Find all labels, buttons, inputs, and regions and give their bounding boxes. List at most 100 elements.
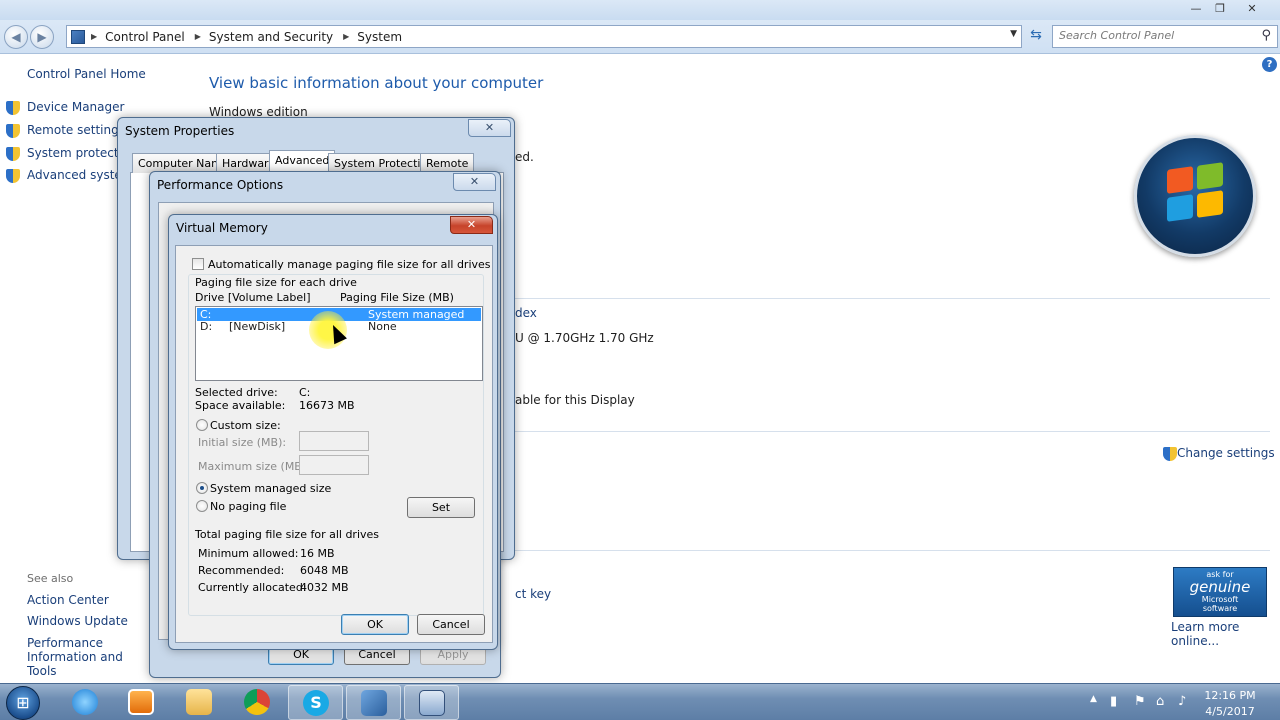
taskbar: ⊞ S ▲ ▮ ⚑ ⌂ ♪ 12:16 PM 4/5/2017 <box>0 683 1280 720</box>
control-panel-icon <box>361 690 387 716</box>
genuine-microsoft-badge[interactable]: ask for genuine Microsoft software <box>1173 567 1267 617</box>
tab-advanced[interactable]: Advanced <box>269 150 336 173</box>
shield-icon <box>6 169 20 183</box>
change-product-key-link[interactable]: ct key <box>515 587 551 601</box>
paging-section-heading: Paging file size for each drive <box>195 276 357 289</box>
search-icon[interactable]: ⚲ <box>1261 28 1271 43</box>
divider <box>497 298 1270 299</box>
clock-time: 12:16 PM <box>1204 689 1256 702</box>
flag-icon[interactable]: ⚑ <box>1134 694 1146 709</box>
set-button[interactable]: Set <box>407 497 475 518</box>
performance-information-link[interactable]: Performance Information and Tools <box>27 636 151 678</box>
auto-manage-label[interactable]: Automatically manage paging file size fo… <box>208 258 491 271</box>
chrome-icon <box>244 689 270 715</box>
windows-flag-blue <box>1167 194 1193 222</box>
system-managed-label[interactable]: System managed size <box>210 482 331 495</box>
ok-button[interactable]: OK <box>341 614 409 635</box>
rights-reserved-text: ed. <box>515 150 534 164</box>
system-clock[interactable]: 12:16 PM 4/5/2017 <box>1196 688 1264 720</box>
taskbar-internet-explorer[interactable] <box>58 685 113 720</box>
pen-touch-value: able for this Display <box>515 393 635 407</box>
refresh-icon[interactable]: ⇆ <box>1026 27 1046 47</box>
taskbar-media-player[interactable] <box>114 685 169 720</box>
paging-size: None <box>368 320 397 333</box>
action-center-link[interactable]: Action Center <box>27 593 109 607</box>
initial-size-input[interactable] <box>299 431 369 451</box>
virtual-memory-dialog: Virtual Memory ✕ Automatically manage pa… <box>168 214 498 650</box>
forward-button[interactable]: ▶ <box>30 25 54 49</box>
page-title: View basic information about your comput… <box>209 74 544 92</box>
custom-size-label[interactable]: Custom size: <box>210 419 281 432</box>
space-available-label: Space available: <box>195 399 286 412</box>
search-placeholder: Search Control Panel <box>1059 29 1175 42</box>
taskbar-system-properties[interactable] <box>404 685 459 720</box>
selected-drive-value: C: <box>299 386 311 399</box>
dialog-body: Automatically manage paging file size fo… <box>175 245 493 643</box>
window-titlebar: — ❐ ✕ <box>0 0 1280 20</box>
learn-more-link[interactable]: Learn more online... <box>1171 620 1280 648</box>
no-paging-label[interactable]: No paging file <box>210 500 286 513</box>
address-bar[interactable]: ▶ Control Panel ▶ System and Security ▶ … <box>66 25 1022 48</box>
taskbar-file-explorer[interactable] <box>172 685 227 720</box>
breadcrumb-arrow-icon: ▶ <box>343 32 350 41</box>
change-settings-link[interactable]: Change settings <box>1177 446 1275 460</box>
advanced-system-settings-link[interactable]: Advanced system settings <box>27 168 117 182</box>
search-input[interactable]: Search Control Panel ⚲ <box>1052 25 1278 48</box>
breadcrumb-control-panel[interactable]: Control Panel <box>105 30 185 44</box>
custom-size-radio[interactable] <box>196 419 208 431</box>
close-window-button[interactable]: ✕ <box>1240 1 1264 17</box>
breadcrumb-system[interactable]: System <box>357 30 402 44</box>
breadcrumb-system-and-security[interactable]: System and Security <box>209 30 333 44</box>
start-button[interactable]: ⊞ <box>6 686 40 720</box>
device-manager-link[interactable]: Device Manager <box>27 100 137 114</box>
genuine-line2: genuine <box>1189 578 1251 596</box>
control-panel-home-link[interactable]: Control Panel Home <box>27 67 146 81</box>
skype-icon: S <box>303 690 329 716</box>
maximum-size-input[interactable] <box>299 455 369 475</box>
navigation-bar: ◀ ▶ ▶ Control Panel ▶ System and Securit… <box>0 20 1280 54</box>
system-managed-radio[interactable] <box>196 482 208 494</box>
volume-icon[interactable]: ♪ <box>1178 694 1186 709</box>
totals-heading: Total paging file size for all drives <box>195 528 380 541</box>
close-button[interactable]: ✕ <box>450 216 493 234</box>
windows-start-icon: ⊞ <box>16 693 30 712</box>
divider <box>497 550 1270 551</box>
see-also-heading: See also <box>27 572 74 585</box>
auto-manage-checkbox[interactable] <box>192 258 204 270</box>
close-button[interactable]: ✕ <box>468 119 511 137</box>
windows-flag-yellow <box>1197 190 1223 218</box>
drive-letter: D: <box>200 320 213 333</box>
cancel-button[interactable]: Cancel <box>417 614 485 635</box>
system-protection-link[interactable]: System protection <box>27 146 117 160</box>
back-arrow-icon: ◀ <box>11 30 21 44</box>
taskbar-skype[interactable]: S <box>288 685 343 720</box>
taskbar-control-panel[interactable] <box>346 685 401 720</box>
no-paging-radio[interactable] <box>196 500 208 512</box>
forward-arrow-icon: ▶ <box>37 30 47 44</box>
network-icon[interactable]: ⌂ <box>1156 694 1164 709</box>
media-player-icon <box>128 689 154 715</box>
drive-column-header: Drive [Volume Label] <box>195 291 311 304</box>
dialog-title: Virtual Memory <box>176 221 268 235</box>
shield-icon <box>6 101 20 115</box>
address-dropdown-icon[interactable]: ▼ <box>1010 29 1017 39</box>
tab-remote[interactable]: Remote <box>420 153 475 173</box>
shield-icon <box>6 147 20 161</box>
signal-icon[interactable]: ▮ <box>1110 694 1117 709</box>
taskbar-chrome[interactable] <box>230 685 285 720</box>
selected-drive-label: Selected drive: <box>195 386 278 399</box>
experience-index-link[interactable]: dex <box>515 306 537 320</box>
remote-settings-link[interactable]: Remote settings <box>27 123 117 137</box>
maximize-button[interactable]: ❐ <box>1208 1 1232 17</box>
divider <box>497 431 1270 432</box>
minimize-button[interactable]: — <box>1184 1 1208 17</box>
help-icon[interactable]: ? <box>1262 57 1277 72</box>
control-panel-icon <box>71 29 85 44</box>
min-allowed-label: Minimum allowed: <box>198 547 299 560</box>
close-button[interactable]: ✕ <box>453 173 496 191</box>
show-hidden-icons[interactable]: ▲ <box>1090 694 1097 704</box>
windows-update-link[interactable]: Windows Update <box>27 614 128 628</box>
back-button[interactable]: ◀ <box>4 25 28 49</box>
tab-strip: Computer Name Hardware Advanced System P… <box>132 150 512 173</box>
space-available-value: 16673 MB <box>299 399 355 412</box>
